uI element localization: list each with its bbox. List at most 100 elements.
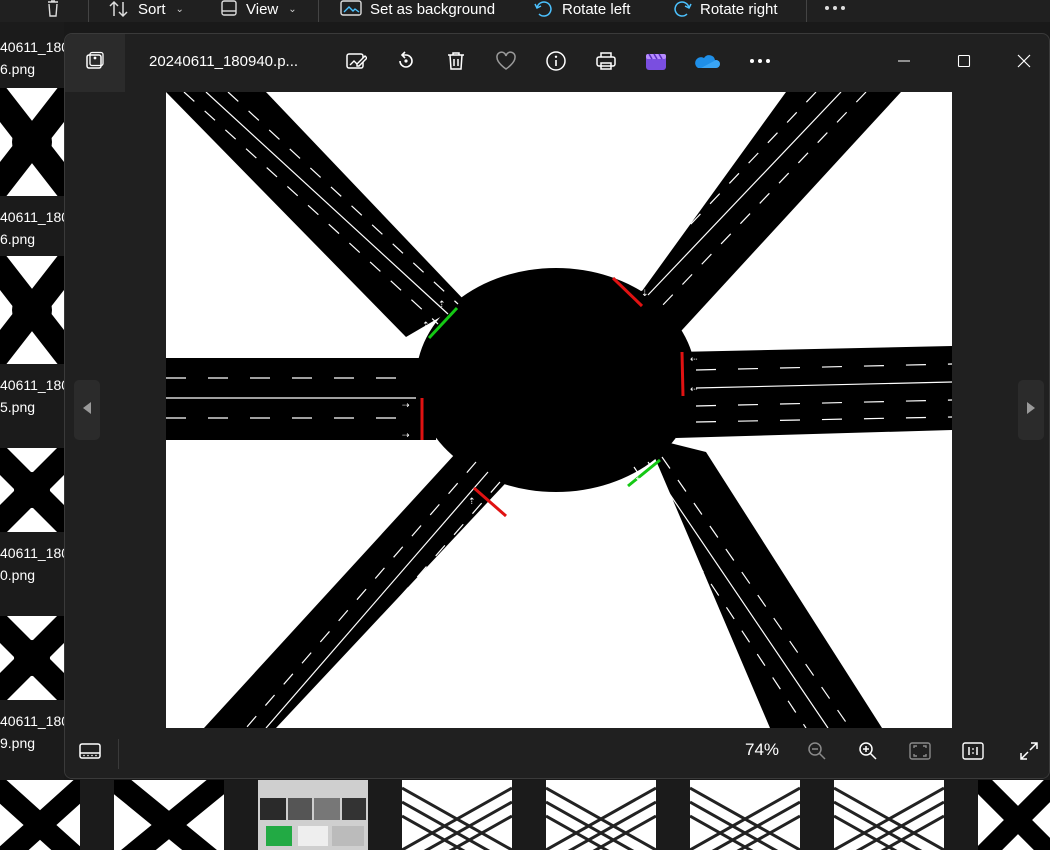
view-icon <box>220 0 238 18</box>
thumbnail-item[interactable] <box>0 780 80 850</box>
thumbnail-item[interactable] <box>546 780 656 850</box>
thumbnail-caption-line1: 40611_180 <box>0 209 64 225</box>
thumbnail-item[interactable] <box>402 780 512 850</box>
clipchamp-icon <box>644 50 668 77</box>
rotate-left-label: Rotate left <box>562 0 631 18</box>
viewer-bottom-bar: 74% <box>65 729 1049 778</box>
toolbar-divider <box>806 0 807 22</box>
viewer-title-bar: 20240611_180940.p... <box>65 34 1049 92</box>
edit-image-button[interactable] <box>341 48 371 78</box>
chevron-down-icon: ⌄ <box>288 3 297 15</box>
fit-to-window-button[interactable] <box>905 738 935 768</box>
thumbnail-caption-line2: 5.png <box>0 399 36 415</box>
actual-size-icon <box>962 741 984 765</box>
thumbnail-caption-line2: 6.png <box>0 61 36 77</box>
thumbnail-image <box>0 607 83 709</box>
thumbnail-caption-line2: 6.png <box>0 231 36 247</box>
maximize-button[interactable] <box>949 48 979 78</box>
maximize-icon <box>957 54 971 73</box>
zoom-level: 74% <box>745 740 780 759</box>
intersection-image: ⇡ ⇡ ⇣ ⇣ ⇢ ⇢ ⇠ ⇠ ⇡ ⇡ ⇣ ⇣ <box>166 92 952 728</box>
rotate-right-button[interactable]: Rotate right <box>672 0 778 18</box>
next-image-button[interactable] <box>1018 380 1044 440</box>
filmstrip-icon <box>79 742 101 765</box>
thumbnail-caption-line1: 40611_180 <box>0 377 64 393</box>
explorer-thumbnail-row <box>0 780 1050 850</box>
thumbnail-item[interactable] <box>834 780 944 850</box>
sort-icon <box>108 0 130 18</box>
thumbnail-item[interactable] <box>978 780 1050 850</box>
svg-text:⇣: ⇣ <box>634 473 642 483</box>
chevron-right-icon <box>1025 401 1037 420</box>
svg-text:⇡: ⇡ <box>438 300 446 310</box>
svg-text:⇣: ⇣ <box>641 289 649 299</box>
file-name: 20240611_180940.p... <box>149 53 299 70</box>
delete-image-button[interactable] <box>441 48 471 78</box>
svg-text:⇠: ⇠ <box>690 355 698 365</box>
onedrive-button[interactable] <box>691 48 721 78</box>
print-icon <box>595 50 617 77</box>
gallery-button[interactable] <box>65 34 125 92</box>
previous-image-button[interactable] <box>74 380 100 440</box>
sort-button[interactable]: Sort ⌄ <box>108 0 184 18</box>
more-options-button[interactable] <box>824 0 846 18</box>
svg-text:⇠: ⇠ <box>690 385 698 395</box>
chevron-left-icon <box>81 401 93 420</box>
svg-text:⇡: ⇡ <box>422 321 430 331</box>
svg-text:⇣: ⇣ <box>636 489 644 499</box>
zoom-in-button[interactable] <box>853 738 883 768</box>
rotate-right-icon <box>672 0 692 18</box>
toolbar-divider <box>318 0 319 22</box>
rotate-right-label: Rotate right <box>700 0 778 18</box>
explorer-command-bar: Sort ⌄ View ⌄ Set as background Rotate l… <box>0 0 1050 22</box>
delete-button[interactable] <box>44 0 62 18</box>
minimize-button[interactable] <box>889 48 919 78</box>
thumbnail-caption-line1: 40611_180 <box>0 545 64 561</box>
rotate-button[interactable] <box>391 48 421 78</box>
actual-size-button[interactable] <box>958 738 988 768</box>
thumbnail-item[interactable] <box>690 780 800 850</box>
trash-icon <box>445 50 467 77</box>
rotate-left-button[interactable]: Rotate left <box>534 0 630 18</box>
svg-text:⇢: ⇢ <box>402 401 410 411</box>
gallery-icon <box>85 51 105 76</box>
file-info-button[interactable] <box>541 48 571 78</box>
rotate-left-icon <box>534 0 554 18</box>
more-icon <box>749 50 771 77</box>
thumbnail-image <box>0 80 85 204</box>
thumbnail-caption-line2: 9.png <box>0 735 36 751</box>
wallpaper-icon <box>340 0 362 18</box>
thumbnail-item[interactable] <box>114 780 224 850</box>
svg-text:⇣: ⇣ <box>620 269 628 279</box>
photos-viewer-window: 20240611_180940.p... ⇡ ⇡ ⇣ ⇣ ⇢ ⇢ ⇠ ⇠ ⇡ ⇡… <box>64 33 1050 779</box>
thumbnail-caption-line1: 40611_180 <box>0 713 64 729</box>
thumbnail-caption-line1: 40611_180 <box>0 39 64 55</box>
image-canvas-area: ⇡ ⇡ ⇣ ⇣ ⇢ ⇢ ⇠ ⇠ ⇡ ⇡ ⇣ ⇣ <box>65 92 1049 729</box>
more-options-button[interactable] <box>745 48 775 78</box>
chevron-down-icon: ⌄ <box>175 3 184 15</box>
clipchamp-button[interactable] <box>641 48 671 78</box>
set-as-background-button[interactable]: Set as background <box>340 0 495 18</box>
favorite-heart-icon <box>495 50 517 77</box>
set-as-background-label: Set as background <box>370 0 496 18</box>
explorer-thumbnail-column: 40611_180 6.png 40611_180 6.png 40611_18… <box>0 22 85 850</box>
fullscreen-button[interactable] <box>1014 738 1044 768</box>
favorite-button[interactable] <box>491 48 521 78</box>
thumbnail-item[interactable] <box>258 780 368 850</box>
zoom-out-button[interactable] <box>802 738 832 768</box>
zoom-out-icon <box>807 741 827 766</box>
fit-to-window-icon <box>909 741 931 765</box>
print-button[interactable] <box>591 48 621 78</box>
toolbar-divider <box>88 0 89 22</box>
close-button[interactable] <box>1009 48 1039 78</box>
thumbnail-caption-line2: 0.png <box>0 567 36 583</box>
edit-image-icon <box>345 50 368 77</box>
rotate-icon <box>395 50 417 77</box>
thumbnail-image <box>0 248 85 372</box>
thumbnail-image <box>0 439 83 541</box>
fullscreen-icon <box>1019 741 1039 766</box>
filmstrip-button[interactable] <box>75 738 105 768</box>
bottom-bar-divider <box>118 739 119 769</box>
view-button[interactable]: View ⌄ <box>220 0 297 18</box>
svg-text:⇡: ⇡ <box>468 497 476 507</box>
